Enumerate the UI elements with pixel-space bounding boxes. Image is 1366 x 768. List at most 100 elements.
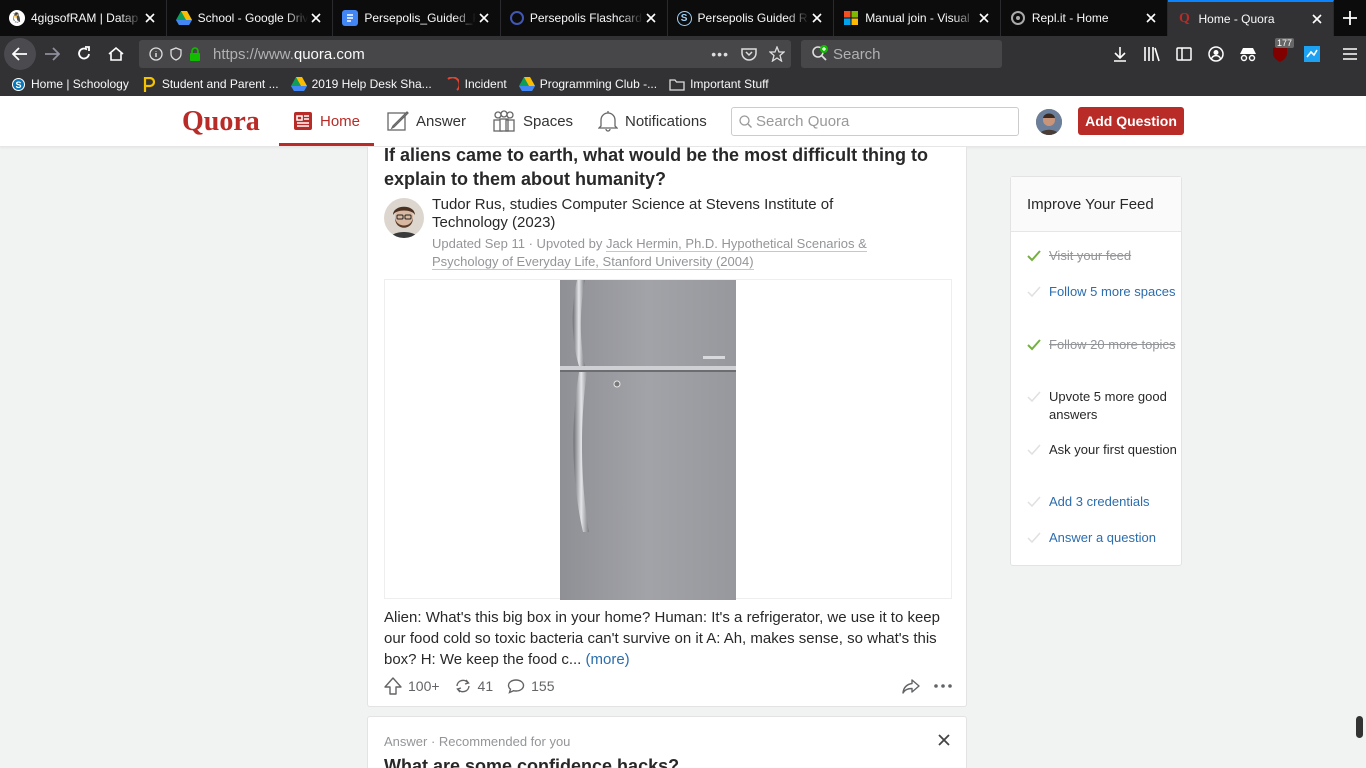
quora-header: Quora Home Answer Spaces Notifications S… [0, 96, 1366, 147]
library-button[interactable] [1136, 38, 1168, 70]
library-icon [1144, 47, 1160, 62]
checklist-label: Follow 5 more spaces [1049, 284, 1176, 299]
google-docs-icon [342, 10, 359, 26]
author-credential[interactable]: Tudor Rus, studies Computer Science at S… [432, 196, 902, 232]
tab-label: Persepolis Guided R [697, 11, 808, 25]
tab-datap[interactable]: 🐧 4gigsofRAM | Datap [0, 0, 167, 36]
tab-quizlet[interactable]: Persepolis Flashcard [501, 0, 668, 36]
sidebar-icon [1176, 47, 1192, 61]
shield-icon[interactable] [169, 47, 183, 61]
extension-incognito[interactable] [1232, 38, 1264, 70]
nav-answer-label: Answer [416, 112, 467, 130]
question-title[interactable]: What are some confidence hacks? [384, 756, 679, 768]
nav-spaces[interactable]: Spaces [492, 96, 573, 146]
tab-microsoft[interactable]: Manual join - Visual [834, 0, 1001, 36]
bookmark-label: Incident [464, 77, 507, 91]
user-avatar[interactable] [1036, 109, 1062, 135]
answer-excerpt[interactable]: Alien: What's this big box in your home?… [384, 607, 944, 670]
microsoft-icon [843, 10, 859, 26]
menu-button[interactable] [1334, 38, 1366, 70]
reload-button[interactable] [68, 38, 100, 70]
upvote-button[interactable]: 100+ [384, 677, 440, 695]
checklist-item-visit-feed[interactable]: Visit your feed [1027, 247, 1177, 267]
bookmark-label: Programming Club -... [539, 77, 658, 91]
close-icon[interactable] [142, 10, 158, 26]
page-scrollbar[interactable] [1356, 716, 1363, 738]
back-button[interactable] [4, 38, 36, 70]
extension-ublock[interactable]: 177 [1264, 38, 1296, 70]
quora-logo[interactable]: Quora [182, 106, 260, 138]
share-reshare-button[interactable]: 41 [454, 678, 493, 694]
url-domain: quora.com [293, 45, 365, 63]
home-button[interactable] [100, 38, 132, 70]
bookmark-student-parent[interactable]: Student and Parent ... [141, 76, 279, 92]
schoology-icon: S [10, 76, 26, 92]
tab-sparknotes[interactable]: S Persepolis Guided R [668, 0, 835, 36]
checklist-item-follow-spaces[interactable]: Follow 5 more spaces [1027, 283, 1177, 303]
toolbar-right: 177 [1104, 36, 1366, 72]
checklist-item-answer-question[interactable]: Answer a question [1027, 529, 1177, 549]
close-icon[interactable] [643, 10, 659, 26]
info-icon[interactable] [149, 47, 163, 61]
url-bar[interactable]: https://www.quora.com ••• [139, 40, 791, 68]
checklist-item-follow-topics[interactable]: Follow 20 more topics [1027, 336, 1177, 356]
lock-icon[interactable] [189, 47, 201, 61]
new-tab-button[interactable] [1334, 0, 1366, 36]
tab-google-drive[interactable]: School - Google Driv [167, 0, 334, 36]
browser-search-input[interactable]: Search [801, 40, 1002, 68]
answer-image[interactable] [384, 279, 952, 600]
arrow-right-icon [45, 47, 60, 61]
close-icon[interactable] [976, 10, 992, 26]
tab-replit[interactable]: Repl.it - Home [1001, 0, 1168, 36]
more-options-icon[interactable] [934, 684, 952, 688]
bookmark-star-icon[interactable] [769, 46, 785, 62]
nav-notifications[interactable]: Notifications [598, 96, 707, 146]
author-avatar[interactable] [384, 198, 424, 238]
bookmark-important-stuff[interactable]: Important Stuff [669, 76, 769, 92]
close-icon[interactable] [476, 10, 492, 26]
more-link[interactable]: (more) [586, 651, 630, 668]
search-icon [739, 115, 752, 128]
bookmark-incident[interactable]: Incident [444, 76, 507, 92]
quora-search-input[interactable]: Search Quora [731, 107, 1019, 136]
close-icon[interactable] [1143, 10, 1159, 26]
sidebar-button[interactable] [1168, 38, 1200, 70]
checklist-item-upvote[interactable]: Upvote 5 more good answers [1027, 388, 1177, 424]
check-icon [1027, 283, 1049, 303]
tab-quora[interactable]: Q Home - Quora [1167, 0, 1335, 36]
url-prefix: https://www. [213, 45, 294, 63]
bookmarks-bar: S Home | Schoology Student and Parent ..… [0, 72, 1366, 96]
checklist-item-add-credentials[interactable]: Add 3 credentials [1027, 493, 1177, 513]
upvote-count: 100+ [408, 678, 440, 694]
close-icon[interactable] [308, 10, 324, 26]
nav-home[interactable]: Home [279, 96, 375, 146]
pocket-icon[interactable] [741, 47, 757, 61]
extension-blue[interactable] [1296, 38, 1328, 70]
bookmark-label: Home | Schoology [31, 77, 129, 91]
tab-label: Persepolis_Guided_R [364, 11, 476, 25]
downloads-button[interactable] [1104, 38, 1136, 70]
bookmark-help-desk[interactable]: 2019 Help Desk Sha... [290, 76, 432, 92]
close-icon[interactable] [1309, 11, 1325, 27]
quora-icon: Q [1179, 11, 1190, 26]
bookmark-programming-club[interactable]: Programming Club -... [518, 76, 658, 92]
forward-button[interactable] [36, 38, 68, 70]
improve-feed-title: Improve Your Feed [1011, 177, 1181, 232]
add-question-button[interactable]: Add Question [1078, 107, 1184, 135]
account-icon [1208, 46, 1224, 62]
question-title[interactable]: If aliens came to earth, what would be t… [384, 143, 954, 191]
close-icon[interactable] [809, 10, 825, 26]
feed-answer-card-next: Answer · Recommended for you What are so… [367, 716, 967, 768]
page-actions-icon[interactable]: ••• [711, 46, 729, 62]
bookmark-schoology[interactable]: S Home | Schoology [10, 76, 129, 92]
nav-answer[interactable]: Answer [387, 96, 466, 146]
arrow-left-icon [12, 47, 27, 61]
account-button[interactable] [1200, 38, 1232, 70]
pencil-icon [387, 110, 409, 132]
share-icon[interactable] [902, 678, 920, 694]
comment-button[interactable]: 155 [507, 678, 554, 694]
home-icon [108, 46, 124, 61]
checklist-item-ask-question[interactable]: Ask your first question [1027, 441, 1177, 461]
dismiss-button[interactable] [938, 733, 950, 751]
tab-google-docs[interactable]: Persepolis_Guided_R [333, 0, 501, 36]
